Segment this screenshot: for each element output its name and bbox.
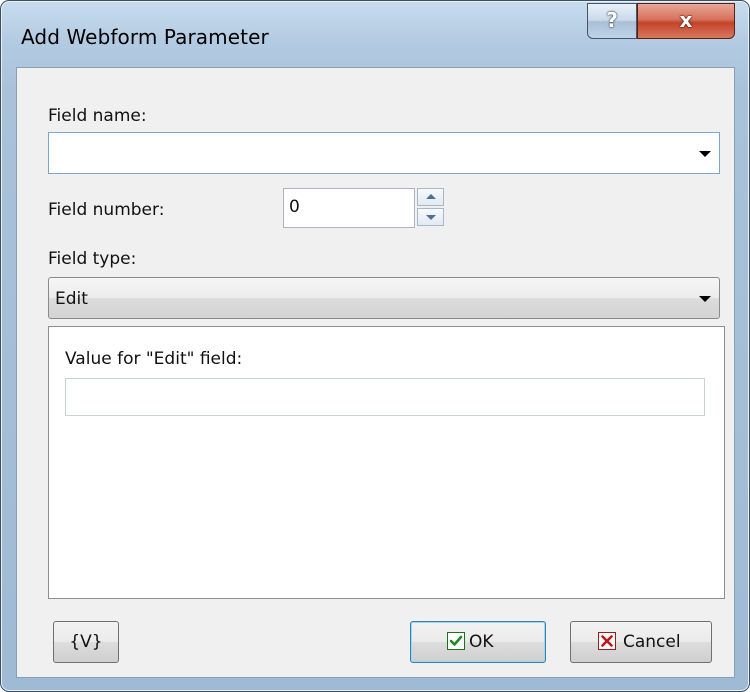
- variables-button[interactable]: {V}: [53, 621, 119, 663]
- chevron-down-icon[interactable]: [699, 151, 711, 157]
- field-number-label: Field number:: [48, 200, 165, 220]
- x-mark-icon: [598, 632, 616, 650]
- checkmark-icon: [447, 632, 465, 650]
- close-button[interactable]: x: [637, 3, 735, 39]
- field-number-input[interactable]: 0: [283, 188, 415, 228]
- field-type-dropdown[interactable]: Edit: [48, 277, 720, 319]
- cancel-button[interactable]: Cancel: [570, 621, 712, 663]
- value-panel: Value for "Edit" field:: [48, 326, 725, 599]
- dialog-window: Add Webform Parameter ? x Field name: Fi…: [0, 0, 750, 692]
- spin-up-icon: [426, 194, 436, 199]
- cancel-label: Cancel: [623, 632, 681, 652]
- chevron-down-icon: [699, 296, 711, 302]
- field-type-label: Field type:: [48, 249, 137, 269]
- spin-down-button[interactable]: [417, 208, 444, 226]
- ok-label: OK: [469, 632, 494, 652]
- dialog-body: Field name: Field number: 0 Field type: …: [16, 67, 735, 678]
- spin-up-button[interactable]: [417, 188, 444, 206]
- value-input[interactable]: [65, 378, 705, 416]
- window-title: Add Webform Parameter: [21, 25, 269, 49]
- spin-down-icon: [426, 215, 436, 220]
- field-type-selected: Edit: [55, 289, 88, 309]
- variables-label: {V}: [69, 632, 103, 652]
- help-button[interactable]: ?: [587, 3, 637, 39]
- field-name-combobox[interactable]: [48, 132, 720, 174]
- value-label: Value for "Edit" field:: [65, 349, 243, 369]
- title-bar[interactable]: Add Webform Parameter ? x: [1, 1, 749, 65]
- field-name-label: Field name:: [48, 106, 147, 126]
- ok-button[interactable]: OK: [410, 621, 546, 663]
